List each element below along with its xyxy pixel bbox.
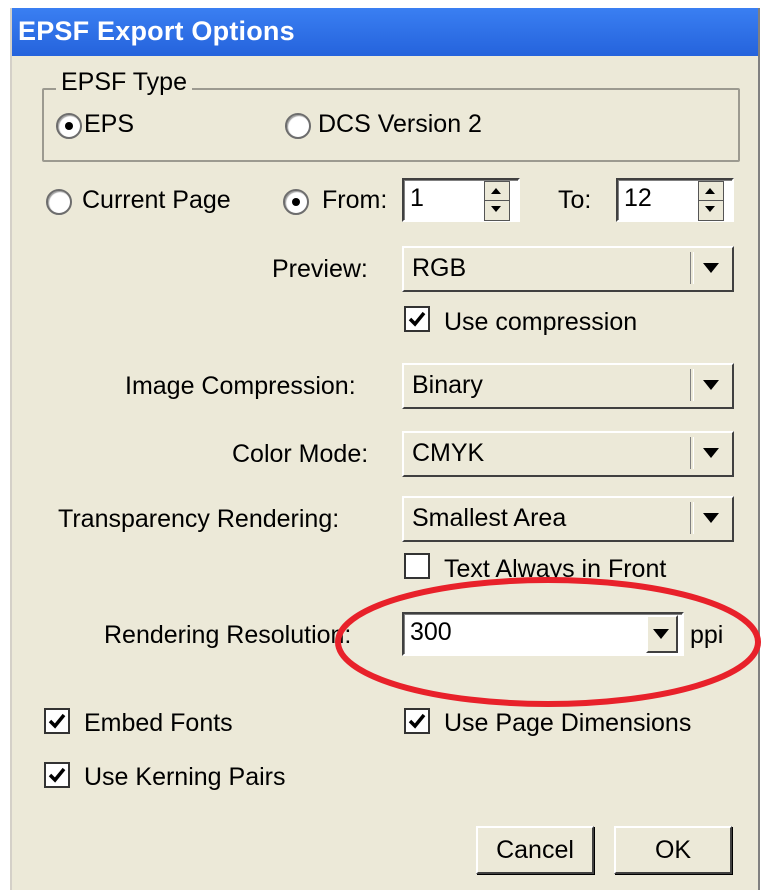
- dropdown-separator: [690, 369, 694, 401]
- preview-label: Preview:: [272, 255, 368, 283]
- cancel-button-label: Cancel: [496, 836, 574, 864]
- stepper-up-icon[interactable]: [698, 181, 724, 202]
- embed-fonts-checkbox[interactable]: [44, 708, 70, 734]
- dropdown-separator: [690, 502, 694, 534]
- rendering-resolution-label: Rendering Resolution:: [104, 621, 352, 649]
- to-page-stepper[interactable]: [698, 181, 726, 221]
- image-compression-select[interactable]: Binary: [402, 363, 734, 409]
- title-bar: EPSF Export Options: [12, 8, 758, 56]
- use-kerning-pairs-checkbox[interactable]: [44, 762, 70, 788]
- chevron-down-icon[interactable]: [700, 510, 722, 526]
- preview-value: RGB: [412, 254, 467, 282]
- radio-from[interactable]: [283, 189, 309, 215]
- to-page-value: 12: [624, 184, 652, 212]
- dropdown-separator: [690, 252, 694, 284]
- highlight-ellipse: [335, 577, 761, 707]
- radio-dcs-version-2[interactable]: [285, 113, 311, 139]
- color-mode-select[interactable]: CMYK: [402, 431, 734, 477]
- radio-eps-label[interactable]: EPS: [84, 110, 134, 139]
- transparency-label: Transparency Rendering:: [58, 505, 340, 533]
- to-label: To:: [558, 186, 592, 214]
- transparency-value: Smallest Area: [412, 504, 567, 532]
- checkmark-icon: [48, 713, 66, 729]
- chevron-down-icon[interactable]: [700, 260, 722, 276]
- current-page-label[interactable]: Current Page: [82, 186, 231, 215]
- image-compression-label: Image Compression:: [125, 372, 356, 400]
- ok-button[interactable]: OK: [614, 826, 732, 874]
- stepper-up-icon[interactable]: [484, 181, 510, 202]
- image-compression-value: Binary: [412, 371, 483, 399]
- transparency-select[interactable]: Smallest Area: [402, 496, 734, 542]
- chevron-down-icon[interactable]: [700, 377, 722, 393]
- use-compression-label[interactable]: Use compression: [444, 308, 637, 337]
- checkmark-icon: [408, 713, 426, 729]
- preview-select[interactable]: RGB: [402, 246, 734, 292]
- cancel-button[interactable]: Cancel: [476, 826, 594, 874]
- use-compression-checkbox[interactable]: [404, 306, 430, 332]
- radio-dcs-label[interactable]: DCS Version 2: [318, 110, 482, 139]
- epsf-type-legend: EPSF Type: [56, 68, 192, 97]
- checkmark-icon: [48, 767, 66, 783]
- dropdown-separator: [690, 437, 694, 469]
- ok-button-label: OK: [654, 836, 692, 864]
- stepper-down-icon[interactable]: [698, 200, 724, 221]
- stepper-down-icon[interactable]: [484, 200, 510, 221]
- checkmark-icon: [408, 311, 426, 327]
- use-page-dimensions-checkbox[interactable]: [404, 708, 430, 734]
- use-kerning-pairs-label[interactable]: Use Kerning Pairs: [84, 763, 285, 792]
- radio-current-page[interactable]: [46, 189, 72, 215]
- color-mode-value: CMYK: [412, 439, 485, 467]
- from-page-stepper[interactable]: [484, 181, 512, 221]
- embed-fonts-label[interactable]: Embed Fonts: [84, 709, 233, 738]
- color-mode-label: Color Mode:: [232, 440, 369, 468]
- chevron-down-icon[interactable]: [700, 445, 722, 461]
- from-label[interactable]: From:: [322, 186, 387, 215]
- use-page-dimensions-label[interactable]: Use Page Dimensions: [444, 709, 691, 738]
- radio-eps[interactable]: [56, 113, 82, 139]
- window-title: EPSF Export Options: [18, 16, 295, 46]
- from-page-value: 1: [410, 184, 424, 212]
